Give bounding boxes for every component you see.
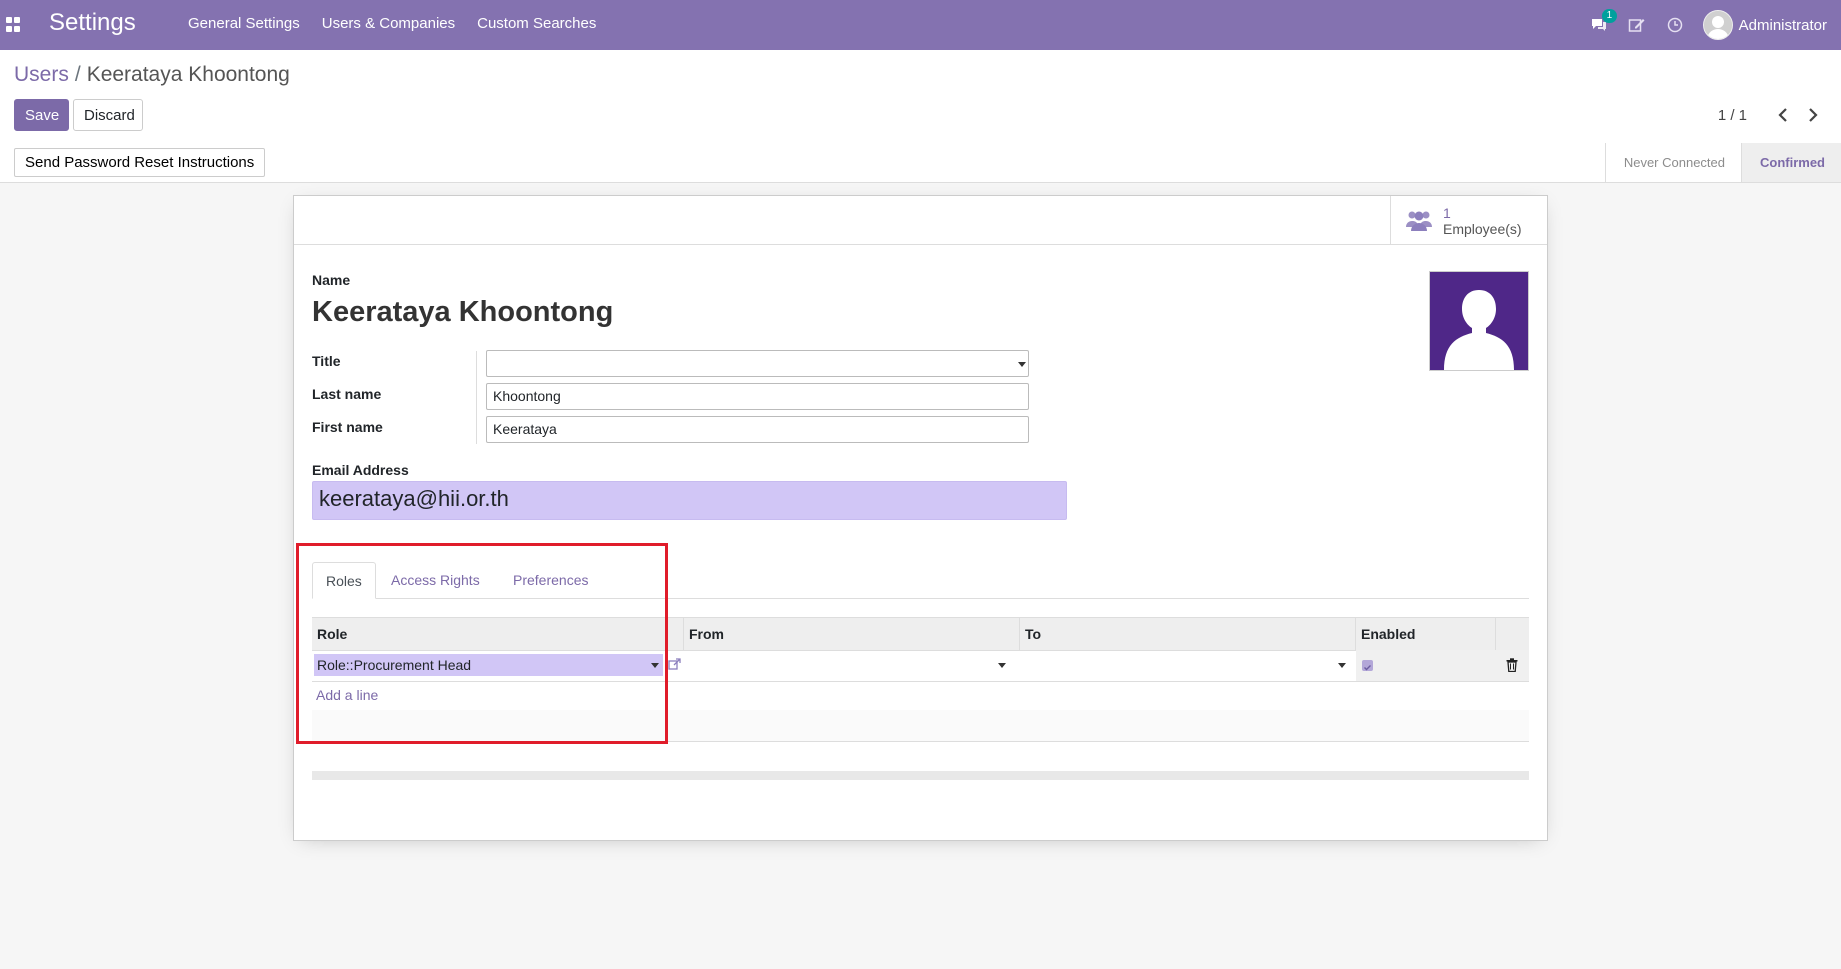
column-actions xyxy=(1496,618,1529,650)
app-brand[interactable]: Settings xyxy=(49,9,136,37)
status-bar: Send Password Reset Instructions Never C… xyxy=(0,143,1841,183)
column-enabled[interactable]: Enabled xyxy=(1356,618,1496,650)
tab-access-rights[interactable]: Access Rights xyxy=(378,562,493,598)
top-navbar: Settings General Settings Users & Compan… xyxy=(0,0,1841,50)
name-label: Name xyxy=(312,272,351,288)
role-select[interactable]: Role::Procurement Head xyxy=(314,654,663,676)
empty-row xyxy=(312,710,1529,742)
menu-users-companies[interactable]: Users & Companies xyxy=(322,15,455,32)
send-password-reset-button[interactable]: Send Password Reset Instructions xyxy=(14,148,266,177)
breadcrumb: Users / Keerataya Khoontong xyxy=(14,63,290,87)
apps-icon[interactable] xyxy=(6,17,22,33)
user-photo[interactable] xyxy=(1429,271,1529,371)
button-box: 1 Employee(s) xyxy=(294,196,1547,245)
enabled-checkbox[interactable] xyxy=(1362,660,1373,671)
email-input[interactable]: keerataya@hii.or.th xyxy=(312,481,1067,520)
user-menu[interactable]: Administrator xyxy=(1739,17,1827,34)
clock-icon[interactable] xyxy=(1665,15,1685,35)
enabled-cell xyxy=(1356,650,1496,681)
systray: 1 Administrator xyxy=(1589,0,1827,50)
stage-confirmed[interactable]: Confirmed xyxy=(1741,143,1841,182)
from-date-input[interactable] xyxy=(684,654,1018,676)
activity-icon[interactable] xyxy=(1627,15,1647,35)
discard-button[interactable]: Discard xyxy=(73,99,143,131)
save-button[interactable]: Save xyxy=(14,99,69,131)
chat-icon[interactable]: 1 xyxy=(1589,9,1618,35)
first-name-label: First name xyxy=(312,419,383,435)
control-panel: Users / Keerataya Khoontong Save Discard 1… xyxy=(0,50,1841,144)
avatar[interactable] xyxy=(1702,10,1733,40)
tab-preferences[interactable]: Preferences xyxy=(500,562,601,598)
form-sheet: 1 Employee(s) Name Keerataya Khoontong T… xyxy=(293,195,1548,841)
role-dropdown-caret xyxy=(651,663,659,668)
status-stages: Never Connected Confirmed xyxy=(1604,143,1841,182)
tab-roles[interactable]: Roles xyxy=(312,562,376,599)
employees-count: 1 xyxy=(1443,205,1451,221)
table-row[interactable]: Role::Procurement Head xyxy=(312,650,1529,682)
field-divider xyxy=(476,351,477,444)
stage-never-connected[interactable]: Never Connected xyxy=(1604,143,1741,182)
to-dropdown-caret xyxy=(1338,663,1346,668)
column-from[interactable]: From xyxy=(684,618,1020,650)
email-label: Email Address xyxy=(312,462,409,478)
column-spacer xyxy=(666,618,684,650)
name-field[interactable]: Keerataya Khoontong xyxy=(312,296,613,329)
table-footer xyxy=(312,771,1529,780)
messages-badge: 1 xyxy=(1601,9,1618,23)
main-menu: General Settings Users & Companies Custo… xyxy=(188,15,618,32)
add-line-link[interactable]: Add a line xyxy=(316,687,378,703)
first-name-input[interactable]: Keerataya xyxy=(486,416,1029,443)
trash-icon[interactable] xyxy=(1506,658,1519,673)
column-role[interactable]: Role xyxy=(312,618,666,650)
title-select[interactable] xyxy=(486,350,1029,377)
chevron-right-icon[interactable] xyxy=(1803,104,1823,126)
table-header: Role From To Enabled xyxy=(312,617,1529,651)
add-line-row: Add a line xyxy=(312,681,1529,711)
column-to[interactable]: To xyxy=(1020,618,1356,650)
breadcrumb-current: Keerataya Khoontong xyxy=(86,63,290,86)
employees-label: Employee(s) xyxy=(1443,221,1522,237)
to-date-input[interactable] xyxy=(1020,654,1354,676)
title-label: Title xyxy=(312,353,341,369)
last-name-input[interactable]: Khoontong xyxy=(486,383,1029,410)
menu-general-settings[interactable]: General Settings xyxy=(188,15,300,32)
users-icon xyxy=(1405,207,1433,233)
external-link-icon[interactable] xyxy=(668,658,682,672)
delete-cell xyxy=(1496,650,1529,681)
last-name-label: Last name xyxy=(312,386,382,402)
menu-custom-searches[interactable]: Custom Searches xyxy=(477,15,596,32)
title-dropdown-caret xyxy=(1018,362,1026,367)
breadcrumb-users[interactable]: Users xyxy=(14,63,69,86)
notebook-tabs: Roles Access Rights Preferences xyxy=(312,562,1529,599)
from-dropdown-caret xyxy=(998,663,1006,668)
pager-value[interactable]: 1 / 1 xyxy=(1718,107,1747,124)
chevron-left-icon[interactable] xyxy=(1773,104,1793,126)
employees-smart-button[interactable]: 1 Employee(s) xyxy=(1390,196,1547,244)
breadcrumb-separator: / xyxy=(74,63,81,86)
